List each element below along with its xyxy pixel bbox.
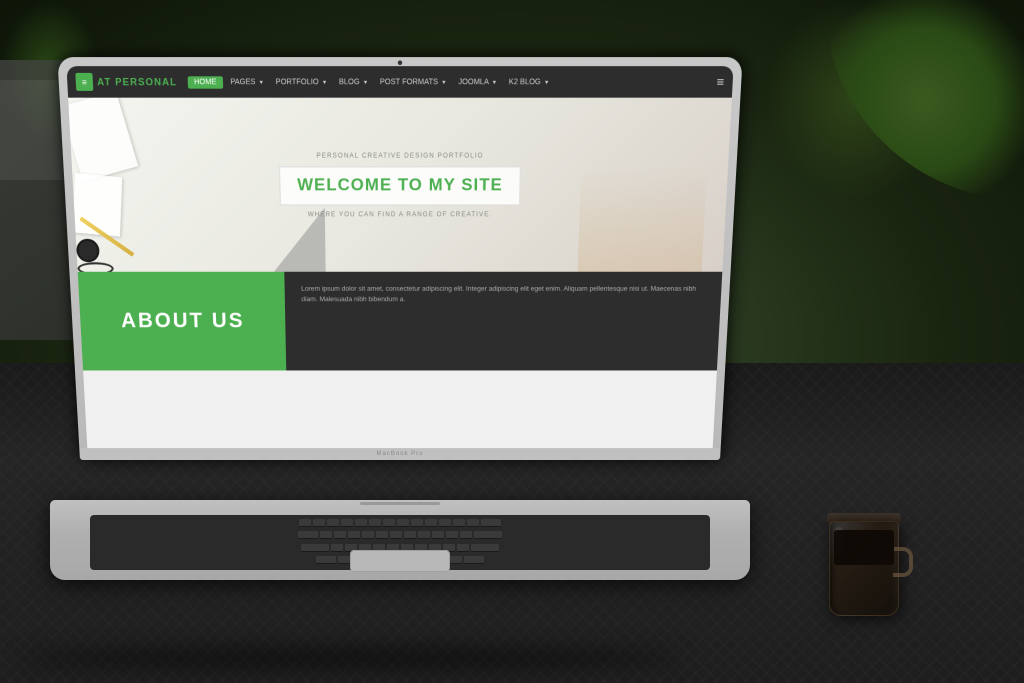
key-row-2 [94,531,706,541]
hands-decoration [578,164,707,272]
laptop: AT PERSONAL HOME PAGES ▾ PORTFOLIO ▾ BLO… [50,80,750,600]
scene: AT PERSONAL HOME PAGES ▾ PORTFOLIO ▾ BLO… [0,0,1024,683]
key [439,519,451,526]
key [464,556,484,563]
about-section: ABOUT US Lorem ipsum dolor sit amet, con… [78,272,723,371]
nav-item-joomla[interactable]: JOOMLA ▾ [453,76,502,88]
glasses [77,262,114,272]
nav-item-blog[interactable]: BLOG ▾ [334,76,373,88]
logo-text: AT PERSONAL [97,76,177,87]
key [397,519,409,526]
key [331,544,343,551]
key [411,519,423,526]
hero-content: PERSONAL CREATIVE DESIGN PORTFOLIO WELCO… [279,153,521,218]
laptop-screen-bezel: AT PERSONAL HOME PAGES ▾ PORTFOLIO ▾ BLO… [66,66,733,452]
key [376,531,388,538]
hero-section: PERSONAL CREATIVE DESIGN PORTFOLIO WELCO… [68,98,732,272]
hero-title: WELCOME TO MY SITE [297,176,503,196]
about-heading-block: ABOUT US [78,272,287,371]
key [299,519,311,526]
hero-title-box: WELCOME TO MY SITE [279,166,521,205]
key [327,519,339,526]
screen-bottom-bezel: MacBook Pro [79,448,720,460]
glass-liquid [834,530,894,565]
laptop-shadow [20,648,680,668]
trackpad[interactable] [350,550,450,572]
key [453,519,465,526]
key [334,531,346,538]
logo-prefix: AT [97,76,116,87]
key [471,544,499,551]
about-body: Lorem ipsum dolor sit amet, consectetur … [284,272,722,371]
foliage-top-right [824,0,1024,200]
key [446,531,458,538]
key [432,531,444,538]
key [313,519,325,526]
website-navbar: AT PERSONAL HOME PAGES ▾ PORTFOLIO ▾ BLO… [66,66,733,98]
key-row-1 [94,519,706,529]
small-coffee [76,239,100,262]
key [425,519,437,526]
about-body-text: Lorem ipsum dolor sit amet, consectetur … [301,284,705,306]
logo-name: PERSONAL [115,76,177,87]
nav-items: HOME PAGES ▾ PORTFOLIO ▾ BLOG ▾ POST FOR… [187,76,553,88]
about-heading: ABOUT US [121,310,245,334]
hero-description: WHERE YOU CAN FIND A RANGE OF CREATIVE. [280,212,520,218]
key [355,519,367,526]
nav-item-portfolio[interactable]: PORTFOLIO ▾ [270,76,331,88]
key [341,519,353,526]
key [298,531,318,538]
laptop-base [50,500,750,580]
key [404,531,416,538]
hero-title-part2: MY SITE [429,176,503,194]
paper-1 [68,98,138,182]
laptop-lid: AT PERSONAL HOME PAGES ▾ PORTFOLIO ▾ BLO… [57,57,742,460]
logo-icon [75,73,93,91]
hamburger-icon[interactable]: ≡ [716,74,724,90]
nav-item-k2-blog[interactable]: K2 BLOG ▾ [503,76,553,88]
laptop-screen: AT PERSONAL HOME PAGES ▾ PORTFOLIO ▾ BLO… [66,66,733,452]
key [390,531,402,538]
glass-body [829,521,899,616]
key [301,544,329,551]
key [362,531,374,538]
key [383,519,395,526]
key [316,556,336,563]
hero-title-part1: WELCOME TO [297,176,429,194]
key [481,519,501,526]
key [369,519,381,526]
key [460,531,472,538]
nav-item-home[interactable]: HOME [187,76,223,88]
key [348,531,360,538]
key [474,531,502,538]
macbook-pro-label: MacBook Pro [376,451,423,457]
camera-dot [398,60,402,65]
key [418,531,430,538]
coffee-glass [824,513,904,633]
glass-handle [893,547,913,577]
nav-item-post-formats[interactable]: POST FORMATS ▾ [375,76,451,88]
key [467,519,479,526]
key [457,544,469,551]
nav-item-pages[interactable]: PAGES ▾ [225,76,269,88]
key [320,531,332,538]
hero-subtitle: PERSONAL CREATIVE DESIGN PORTFOLIO [279,153,521,160]
nav-logo: AT PERSONAL [75,73,177,91]
